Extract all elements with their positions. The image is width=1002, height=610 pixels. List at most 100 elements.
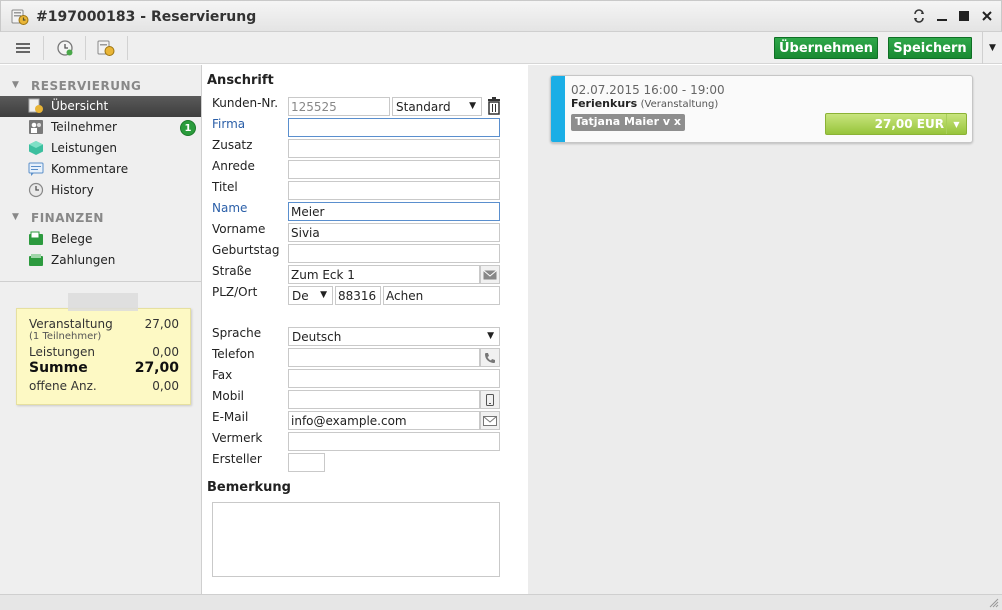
country-select[interactable]: De ▼ [288, 286, 333, 305]
payments-icon [28, 252, 44, 268]
salutation-field[interactable] [288, 160, 500, 179]
label-kundennr: Kunden-Nr. [212, 96, 279, 110]
label-geburtstag: Geburtstag [212, 243, 280, 257]
title-bar: #197000183 - Reservierung [0, 0, 1002, 32]
label-ersteller: Ersteller [212, 452, 262, 466]
collapse-arrow-icon: ▼ [12, 80, 20, 90]
sidebar-item-belege[interactable]: Belege [0, 229, 201, 250]
address-heading: Anschrift [207, 73, 274, 88]
sidebar: ▼ RESERVIERUNG Übersicht Teilnehmer 1 Le… [0, 65, 202, 594]
remark-heading: Bemerkung [207, 480, 291, 495]
status-bar [0, 594, 1002, 610]
title-field[interactable] [288, 181, 500, 200]
participants-icon [28, 119, 44, 135]
collapse-arrow-icon: ▼ [12, 212, 20, 222]
price-label: 27,00 EUR [874, 117, 944, 131]
caret-down-icon[interactable]: ▼ [946, 114, 966, 134]
sidebar-item-leistungen[interactable]: Leistungen [0, 138, 201, 159]
label-telefon: Telefon [212, 347, 255, 361]
caret-down-icon: ▼ [487, 331, 494, 341]
label-name: Name [212, 201, 248, 215]
addition-field[interactable] [288, 139, 500, 158]
menu-icon[interactable] [8, 35, 38, 61]
summary-row-summe: Summe 27,00 [29, 360, 179, 376]
caret-down-icon: ▼ [320, 290, 327, 300]
history-icon [28, 182, 44, 198]
envelope-icon[interactable] [480, 411, 500, 430]
section-finanzen[interactable]: ▼ FINANZEN [0, 209, 202, 229]
phone-icon[interactable] [480, 348, 500, 367]
caret-down-icon: ▼ [469, 101, 476, 111]
note-tape [68, 293, 138, 311]
address-form: Anschrift Kunden-Nr. 125525 Standard ▼ F… [202, 65, 528, 594]
price-button[interactable]: 27,00 EUR ▼ [825, 113, 967, 135]
summary-row-offene-anz: offene Anz. 0,00 [29, 379, 179, 393]
window-title: #197000183 - Reservierung [36, 9, 257, 25]
summary-row-leistungen: Leistungen 0,00 [29, 345, 179, 359]
comments-icon [28, 161, 44, 177]
label-vorname: Vorname [212, 222, 266, 236]
company-field[interactable] [288, 118, 500, 137]
toolbar-divider [85, 36, 86, 60]
apply-button[interactable]: Übernehmen [774, 37, 878, 59]
toolbar: Übernehmen Speichern ▼ [0, 32, 1002, 64]
summary-note: Veranstaltung 27,00 (1 Teilnehmer) Leist… [16, 308, 191, 405]
note-field[interactable] [288, 432, 500, 451]
overview-icon [28, 98, 44, 114]
participants-count-badge: 1 [180, 120, 196, 136]
phone-field[interactable] [288, 348, 480, 367]
customer-number-field[interactable]: 125525 [288, 97, 390, 116]
sidebar-item-teilnehmer[interactable]: Teilnehmer 1 [0, 117, 201, 138]
birthday-field[interactable] [288, 244, 500, 263]
label-vermerk: Vermerk [212, 431, 263, 445]
sidebar-item-kommentare[interactable]: Kommentare [0, 159, 201, 180]
customer-type-select[interactable]: Standard ▼ [392, 97, 482, 116]
sidebar-item-zahlungen[interactable]: Zahlungen [0, 250, 201, 271]
minimize-icon[interactable] [933, 7, 951, 25]
trash-icon[interactable] [486, 97, 502, 115]
booking-stripe [551, 76, 565, 142]
street-field[interactable]: Zum Eck 1 [288, 265, 480, 284]
label-sprache: Sprache [212, 326, 262, 340]
booking-card[interactable]: 02.07.2015 16:00 - 19:00 Ferienkurs (Ver… [550, 75, 973, 143]
remark-textarea[interactable] [212, 502, 500, 577]
envelope-icon[interactable] [480, 265, 500, 284]
city-field[interactable]: Achen [383, 286, 500, 305]
email-field[interactable]: info@example.com [288, 411, 480, 430]
label-strasse: Straße [212, 264, 252, 278]
close-icon[interactable] [978, 7, 996, 25]
restore-icon[interactable] [910, 7, 928, 25]
section-reservierung[interactable]: ▼ RESERVIERUNG [0, 77, 202, 97]
mobile-icon[interactable] [480, 390, 500, 409]
language-select[interactable]: Deutsch ▼ [288, 327, 500, 346]
label-firma: Firma [212, 117, 246, 131]
booking-title: Ferienkurs (Veranstaltung) [571, 97, 719, 110]
maximize-icon[interactable] [955, 7, 973, 25]
zip-field[interactable]: 88316 [335, 286, 381, 305]
creator-field[interactable] [288, 453, 325, 472]
clock-icon[interactable] [50, 35, 80, 61]
sidebar-item-history[interactable]: History [0, 180, 201, 201]
label-zusatz: Zusatz [212, 138, 253, 152]
summary-row-veranstaltung-sub: (1 Teilnehmer) [29, 331, 102, 342]
save-button[interactable]: Speichern [888, 37, 972, 59]
receipts-icon [28, 231, 44, 247]
participant-tag[interactable]: Tatjana Maier v x [571, 114, 685, 131]
sidebar-item-uebersicht[interactable]: Übersicht [0, 96, 201, 117]
first-name-field[interactable]: Sivia [288, 223, 500, 242]
last-name-field[interactable]: Meier [288, 202, 500, 221]
booking-datetime: 02.07.2015 16:00 - 19:00 [571, 83, 725, 97]
toolbar-divider [43, 36, 44, 60]
reservation-toolbar-icon[interactable] [91, 35, 121, 61]
label-fax: Fax [212, 368, 233, 382]
label-mobil: Mobil [212, 389, 244, 403]
chevron-down-icon[interactable]: ▼ [982, 32, 1002, 64]
label-titel: Titel [212, 180, 238, 194]
mobile-field[interactable] [288, 390, 480, 409]
label-anrede: Anrede [212, 159, 255, 173]
summary-row-veranstaltung: Veranstaltung 27,00 [29, 317, 179, 331]
fax-field[interactable] [288, 369, 500, 388]
reservation-icon [11, 8, 29, 26]
resize-grip-icon[interactable] [989, 598, 999, 608]
toolbar-divider [127, 36, 128, 60]
